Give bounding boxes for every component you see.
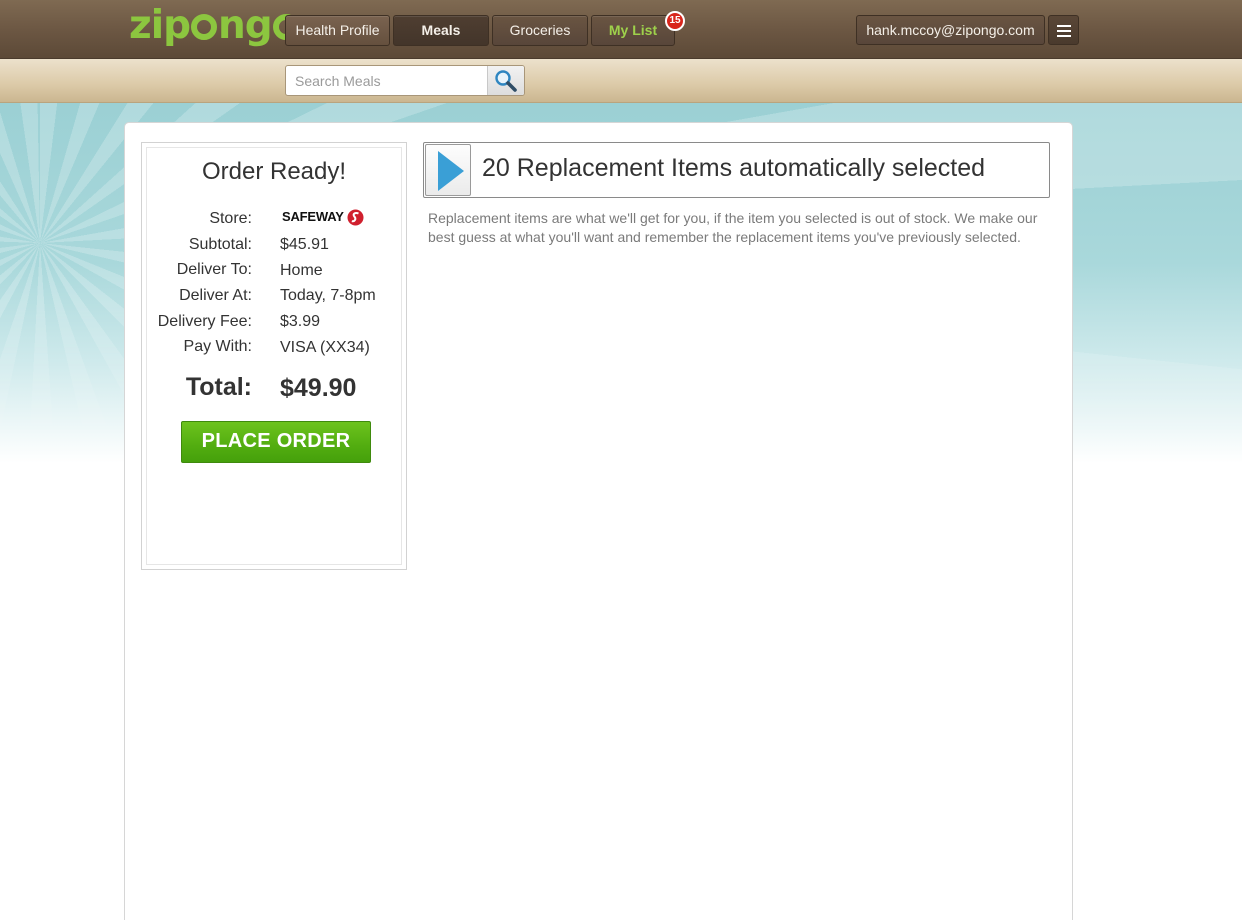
my-list-count-badge: 15 [665, 11, 685, 31]
order-title: Order Ready! [201, 158, 347, 185]
replacement-heading: 20 Replacement Items automatically selec… [482, 154, 986, 182]
safeway-logo-text: SAFEWAY [282, 209, 344, 224]
tab-groceries[interactable]: Groceries [492, 15, 588, 46]
safeway-s-icon [347, 209, 364, 225]
tab-health-profile[interactable]: Health Profile [285, 15, 390, 46]
tab-my-list[interactable]: My List 15 [591, 11, 685, 46]
deliver-at-label: Deliver At: [179, 287, 252, 304]
delivery-fee-label: Delivery Fee: [157, 313, 252, 330]
tab-meals[interactable]: Meals [393, 15, 489, 46]
account-email-button[interactable]: hank.mccoy@zipongo.com [856, 15, 1045, 45]
store-label: Store: [209, 210, 252, 227]
replacement-banner[interactable]: 20 Replacement Items automatically selec… [423, 142, 1050, 198]
total-label: Total: [185, 373, 252, 401]
zipongo-logo[interactable]: zip ng [129, 4, 300, 54]
tab-my-list-label: My List [608, 22, 658, 38]
expand-replacements-button[interactable] [425, 144, 471, 196]
deliver-at-value: Today, 7-8pm [280, 287, 376, 304]
replacement-description: Replacement items are what we'll get for… [428, 210, 1038, 245]
deliver-to-label: Deliver To: [176, 261, 252, 278]
search-icon [495, 70, 517, 92]
search-bar [0, 59, 1242, 103]
play-arrow-icon [438, 151, 464, 191]
total-value: $49.90 [280, 374, 357, 402]
menu-button[interactable] [1048, 15, 1079, 45]
search-input[interactable] [286, 66, 487, 95]
place-order-button[interactable]: PLACE ORDER [181, 421, 371, 463]
safeway-store-logo: SAFEWAY [282, 208, 364, 226]
subtotal-value: $45.91 [280, 236, 329, 253]
search-button[interactable] [487, 66, 524, 95]
top-header: zip ng Health Profile Meals Groceries My … [0, 0, 1242, 59]
search-box [285, 65, 525, 96]
order-summary-inner: Order Ready! Store: SAFEWAY Subtotal: $4… [146, 147, 402, 565]
pay-with-label: Pay With: [183, 338, 252, 355]
pay-with-value: VISA (XX34) [280, 339, 370, 356]
main-nav: Health Profile Meals Groceries My List 1… [285, 11, 685, 46]
subtotal-label: Subtotal: [188, 236, 252, 253]
delivery-fee-value: $3.99 [280, 313, 321, 330]
order-summary-panel: Order Ready! Store: SAFEWAY Subtotal: $4… [141, 142, 407, 570]
deliver-to-value: Home [280, 262, 323, 279]
